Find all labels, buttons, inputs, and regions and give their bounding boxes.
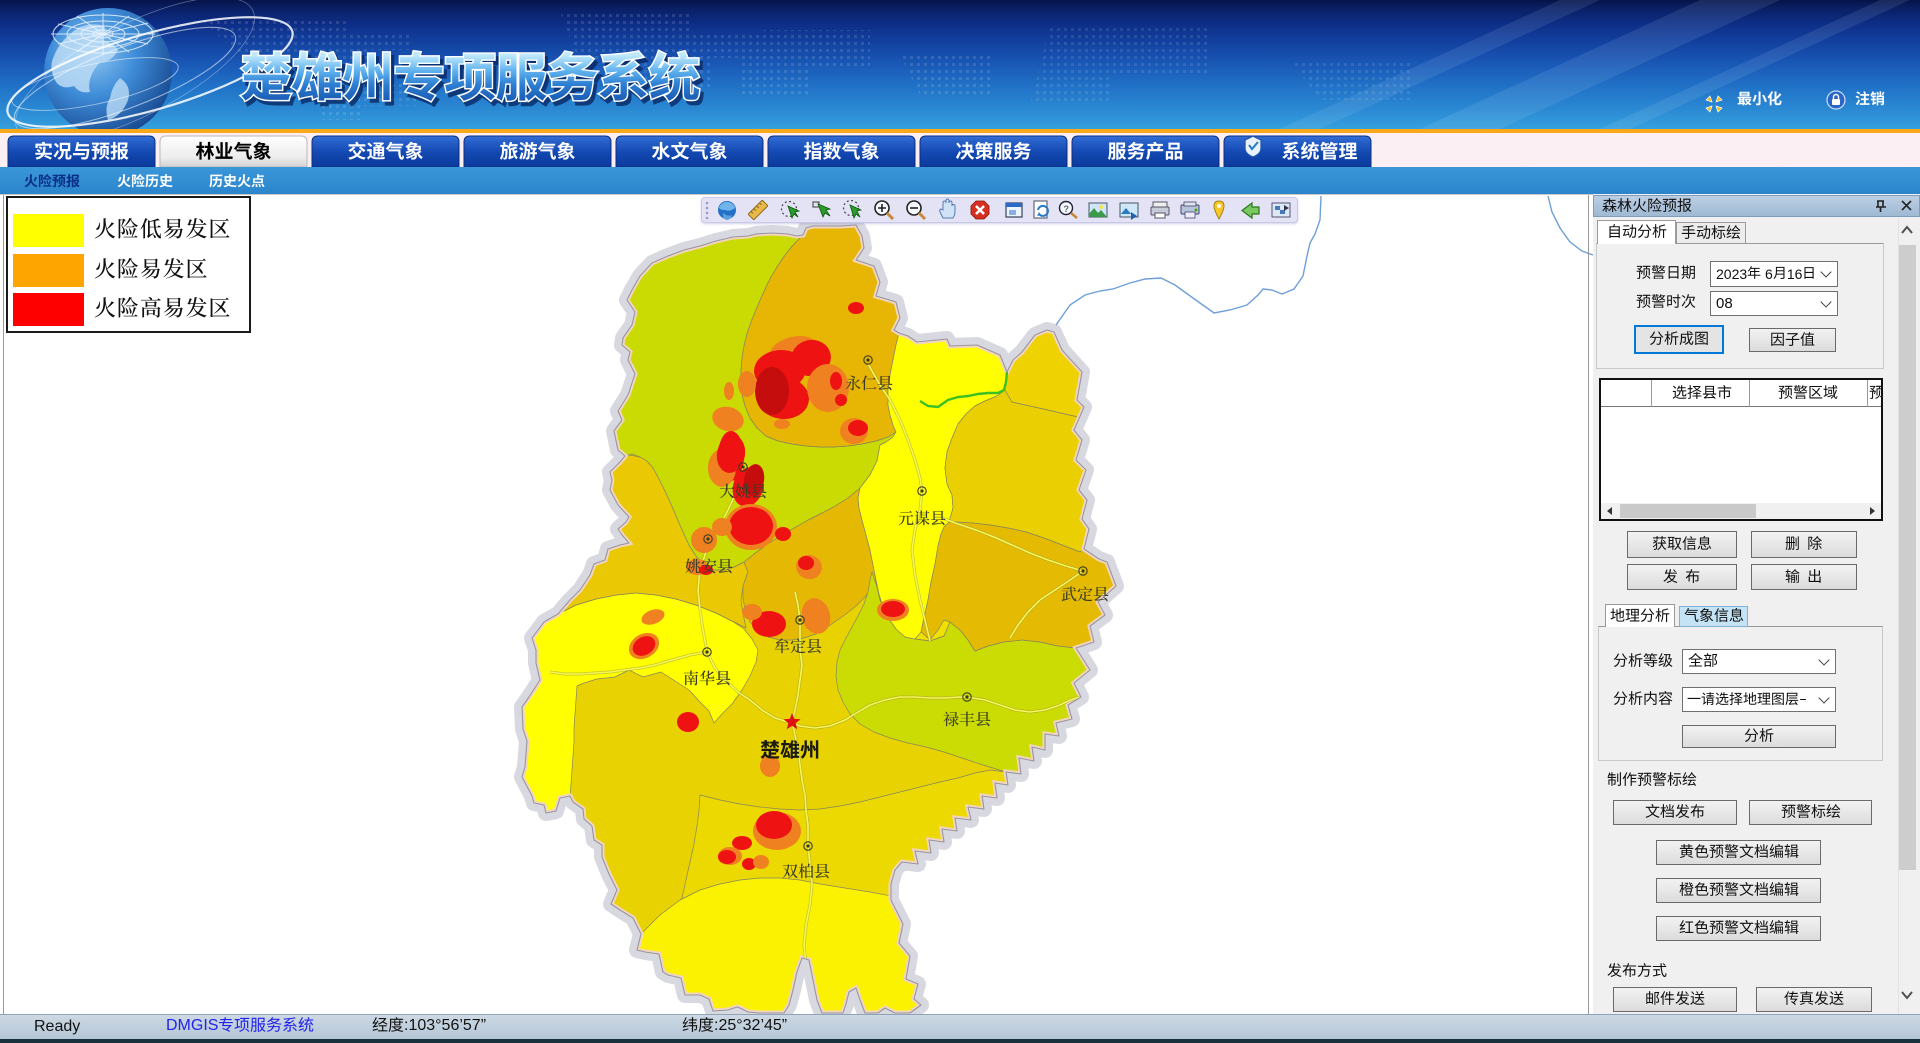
svg-text:?: ?: [1064, 204, 1070, 214]
